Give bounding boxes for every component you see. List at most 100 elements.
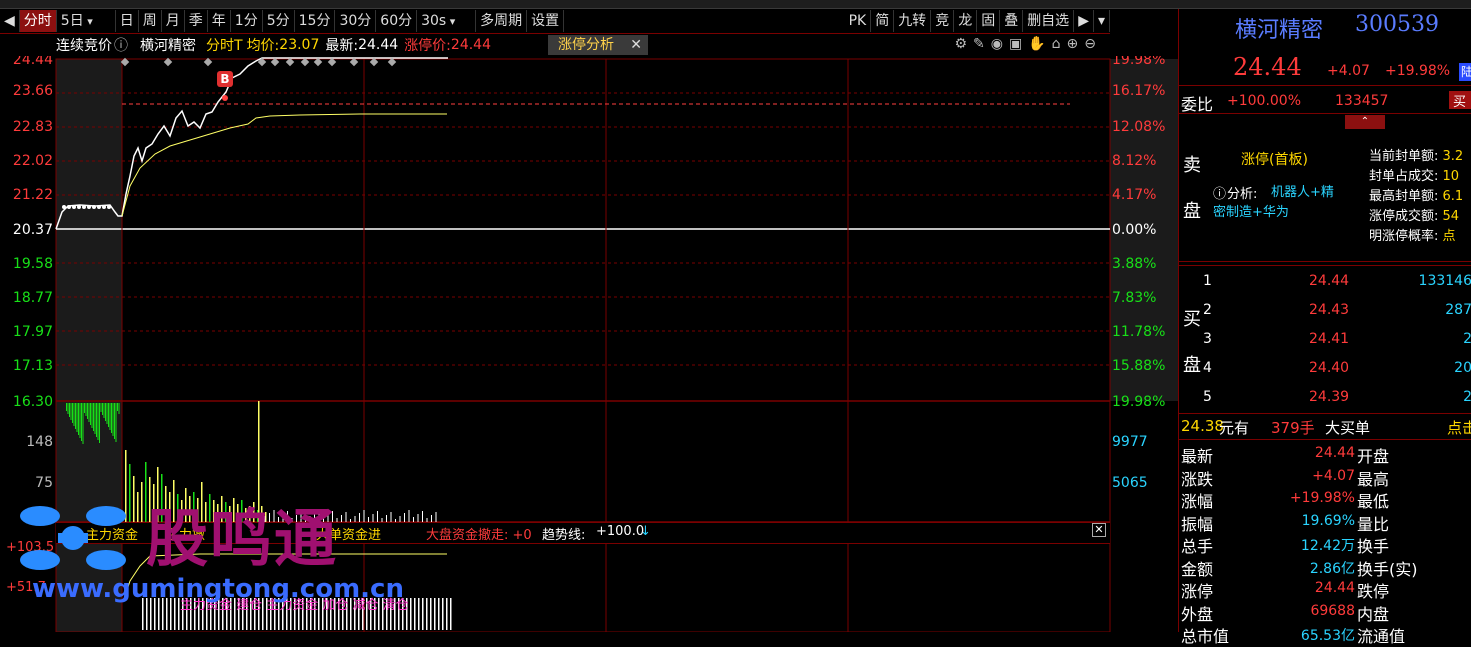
quote-row: 外盘 69688 内盘 [1179, 601, 1471, 624]
pre-vol-bar [94, 403, 96, 434]
buy-side-label-2: 盘 [1183, 355, 1201, 376]
pre-vol-bar [79, 403, 81, 438]
tab-period-7[interactable]: 1分 [231, 10, 263, 32]
bid-row-2[interactable]: 2 24.43 287 [1203, 302, 1471, 322]
toolbar-right-item-4[interactable]: 龙 [954, 10, 978, 32]
bid-row-1[interactable]: 1 24.44 133146 [1203, 273, 1471, 293]
bid-level: 5 [1203, 389, 1212, 405]
price-tick-1: 23.66 [13, 83, 53, 99]
quote-row: 最新 24.44 开盘 [1179, 443, 1471, 466]
tab-period-3[interactable]: 周 [139, 10, 162, 32]
hand-icon[interactable]: ✋ [1028, 36, 1045, 52]
quote-label-right: 内盘 [1357, 604, 1390, 624]
pct-tick-0: 19.98% [1112, 56, 1165, 68]
bigorder-detail-link[interactable]: 点击 [1447, 417, 1471, 438]
pre-vol-bar [105, 403, 106, 421]
buy-signal-marker[interactable]: B [217, 71, 233, 87]
close-icon[interactable]: ✕ [630, 35, 642, 55]
tab-period-9[interactable]: 15分 [295, 10, 336, 32]
limit-stat-4: 明涨停概率: 点 [1369, 229, 1456, 244]
quote-label: 涨幅 [1181, 492, 1214, 511]
toolbar-right-item-7[interactable]: 删自选 [1023, 10, 1075, 32]
bid-price: 24.39 [1309, 389, 1350, 405]
bid-row-4[interactable]: 4 24.40 20 [1203, 360, 1471, 380]
connect-badge[interactable]: 陆 [1459, 63, 1471, 81]
avg-line [121, 113, 447, 217]
quote-value: 19.69% [1301, 512, 1355, 529]
quote-value: 24.44 [1314, 445, 1355, 461]
chart-mode[interactable]: 分时T [206, 35, 243, 55]
pre-vol-bar [99, 403, 100, 443]
tab-period-10[interactable]: 30分 [335, 10, 377, 32]
vol-right-tick-0: 9977 [1112, 434, 1148, 450]
pre-vol-bar [69, 403, 70, 417]
info-circle-icon[interactable]: ⓘ [114, 35, 128, 55]
tab-period-5[interactable]: 季 [185, 10, 208, 32]
price-change: +4.07 [1327, 63, 1370, 79]
eye-icon[interactable]: ◉ [991, 36, 1003, 52]
sell-side-label-2: 盘 [1183, 201, 1201, 222]
pre-vol-bar [82, 403, 84, 444]
bid-volume: 2 [1463, 389, 1471, 405]
chevron-down-icon[interactable]: ▾ [1094, 10, 1110, 32]
pre-vol-bar [118, 403, 120, 414]
tab-period-1[interactable]: 5日 [57, 10, 116, 32]
tab-period-11[interactable]: 60分 [376, 10, 418, 32]
pre-vol-bar [72, 403, 73, 423]
tab-limit-analysis[interactable]: 涨停分析 ✕ [548, 35, 648, 55]
toolbar-right-item-1[interactable]: 简 [871, 10, 895, 32]
watermark: 股鸣通 www.gumingtong.com.cn [18, 498, 458, 608]
tab-period-8[interactable]: 5分 [263, 10, 295, 32]
bid-price: 24.40 [1309, 360, 1350, 376]
tab-period-0[interactable]: 分时 [19, 10, 57, 32]
quote-label-right: 量比 [1357, 514, 1390, 534]
close-icon[interactable]: ✕ [1092, 523, 1106, 537]
bigorder-unit: 元有 [1219, 419, 1250, 437]
zoom-out-icon[interactable]: ⊖ [1084, 36, 1096, 52]
pre-vol-bar [78, 403, 79, 435]
tab-period-13[interactable]: 多周期 [476, 10, 528, 32]
price-tick-10: 16.30 [13, 394, 53, 410]
toolbar-right-item-5[interactable]: 固 [977, 10, 1001, 32]
toolbar-right-item-0[interactable]: PK [845, 10, 872, 32]
price-tick-7: 18.77 [13, 290, 53, 306]
lock-icon[interactable]: ⌂ [1052, 36, 1061, 52]
tab-period-14[interactable]: 设置 [527, 10, 565, 32]
toolbar-right-item-2[interactable]: 九转 [894, 10, 932, 32]
box-icon[interactable]: ▣ [1009, 36, 1022, 52]
quote-row: 涨幅 +19.98% 最低 [1179, 488, 1471, 511]
quote-label: 涨跌 [1181, 469, 1214, 489]
tab-period-4[interactable]: 月 [162, 10, 185, 32]
bid-row-3[interactable]: 3 24.41 2 [1203, 331, 1471, 351]
zoom-in-icon[interactable]: ⊕ [1067, 36, 1079, 52]
pen-icon[interactable]: ✎ [973, 36, 985, 52]
pre-vol-bar [115, 403, 117, 442]
bid-row-5[interactable]: 5 24.39 2 [1203, 389, 1471, 409]
toolbar-right-item-6[interactable]: 叠 [1000, 10, 1024, 32]
pre-vol-bar [97, 403, 99, 440]
auction-dot [97, 205, 101, 209]
auction-dot [107, 205, 111, 209]
quote-label-right: 跌停 [1357, 582, 1390, 601]
tab-period-12[interactable]: 30s [417, 10, 477, 32]
settings-icon[interactable]: ⚙ [954, 36, 967, 52]
pre-vol-bar [91, 403, 93, 428]
quote-label-right: 开盘 [1357, 447, 1390, 466]
toolbar-right-item-8[interactable]: ▶ [1074, 10, 1094, 32]
left-arrow-icon[interactable]: ◀ [0, 10, 20, 32]
bid-level: 1 [1203, 273, 1212, 289]
toolbar-right-item-3[interactable]: 竞 [931, 10, 955, 32]
quote-panel: 横河精密 300539 24.44 +4.07 +19.98% 陆 委比 +10… [1178, 9, 1471, 646]
quote-row: 总手 12.42万 换手 [1179, 533, 1471, 556]
analysis-text[interactable]: 机器人+精密制造+华为 [1213, 183, 1341, 223]
buy-side-label-1: 买 [1183, 309, 1201, 330]
limit-stats: 当前封单额: 3.2 封单占成交: 10 最高封单额: 6.1 涨停成交额: 54 明涨… [1369, 147, 1471, 247]
quote-row: 振幅 19.69% 量比 [1179, 511, 1471, 534]
quote-value: 69688 [1310, 602, 1355, 619]
collapse-chevron-icon[interactable]: ⌃ [1345, 115, 1385, 129]
tab-period-6[interactable]: 年 [208, 10, 231, 32]
tab-period-2[interactable]: 日 [116, 10, 139, 32]
buy-button[interactable]: 买 [1449, 91, 1471, 110]
vol-right-tick-1: 5065 [1112, 475, 1148, 491]
last-value: 24.44 [358, 37, 399, 53]
